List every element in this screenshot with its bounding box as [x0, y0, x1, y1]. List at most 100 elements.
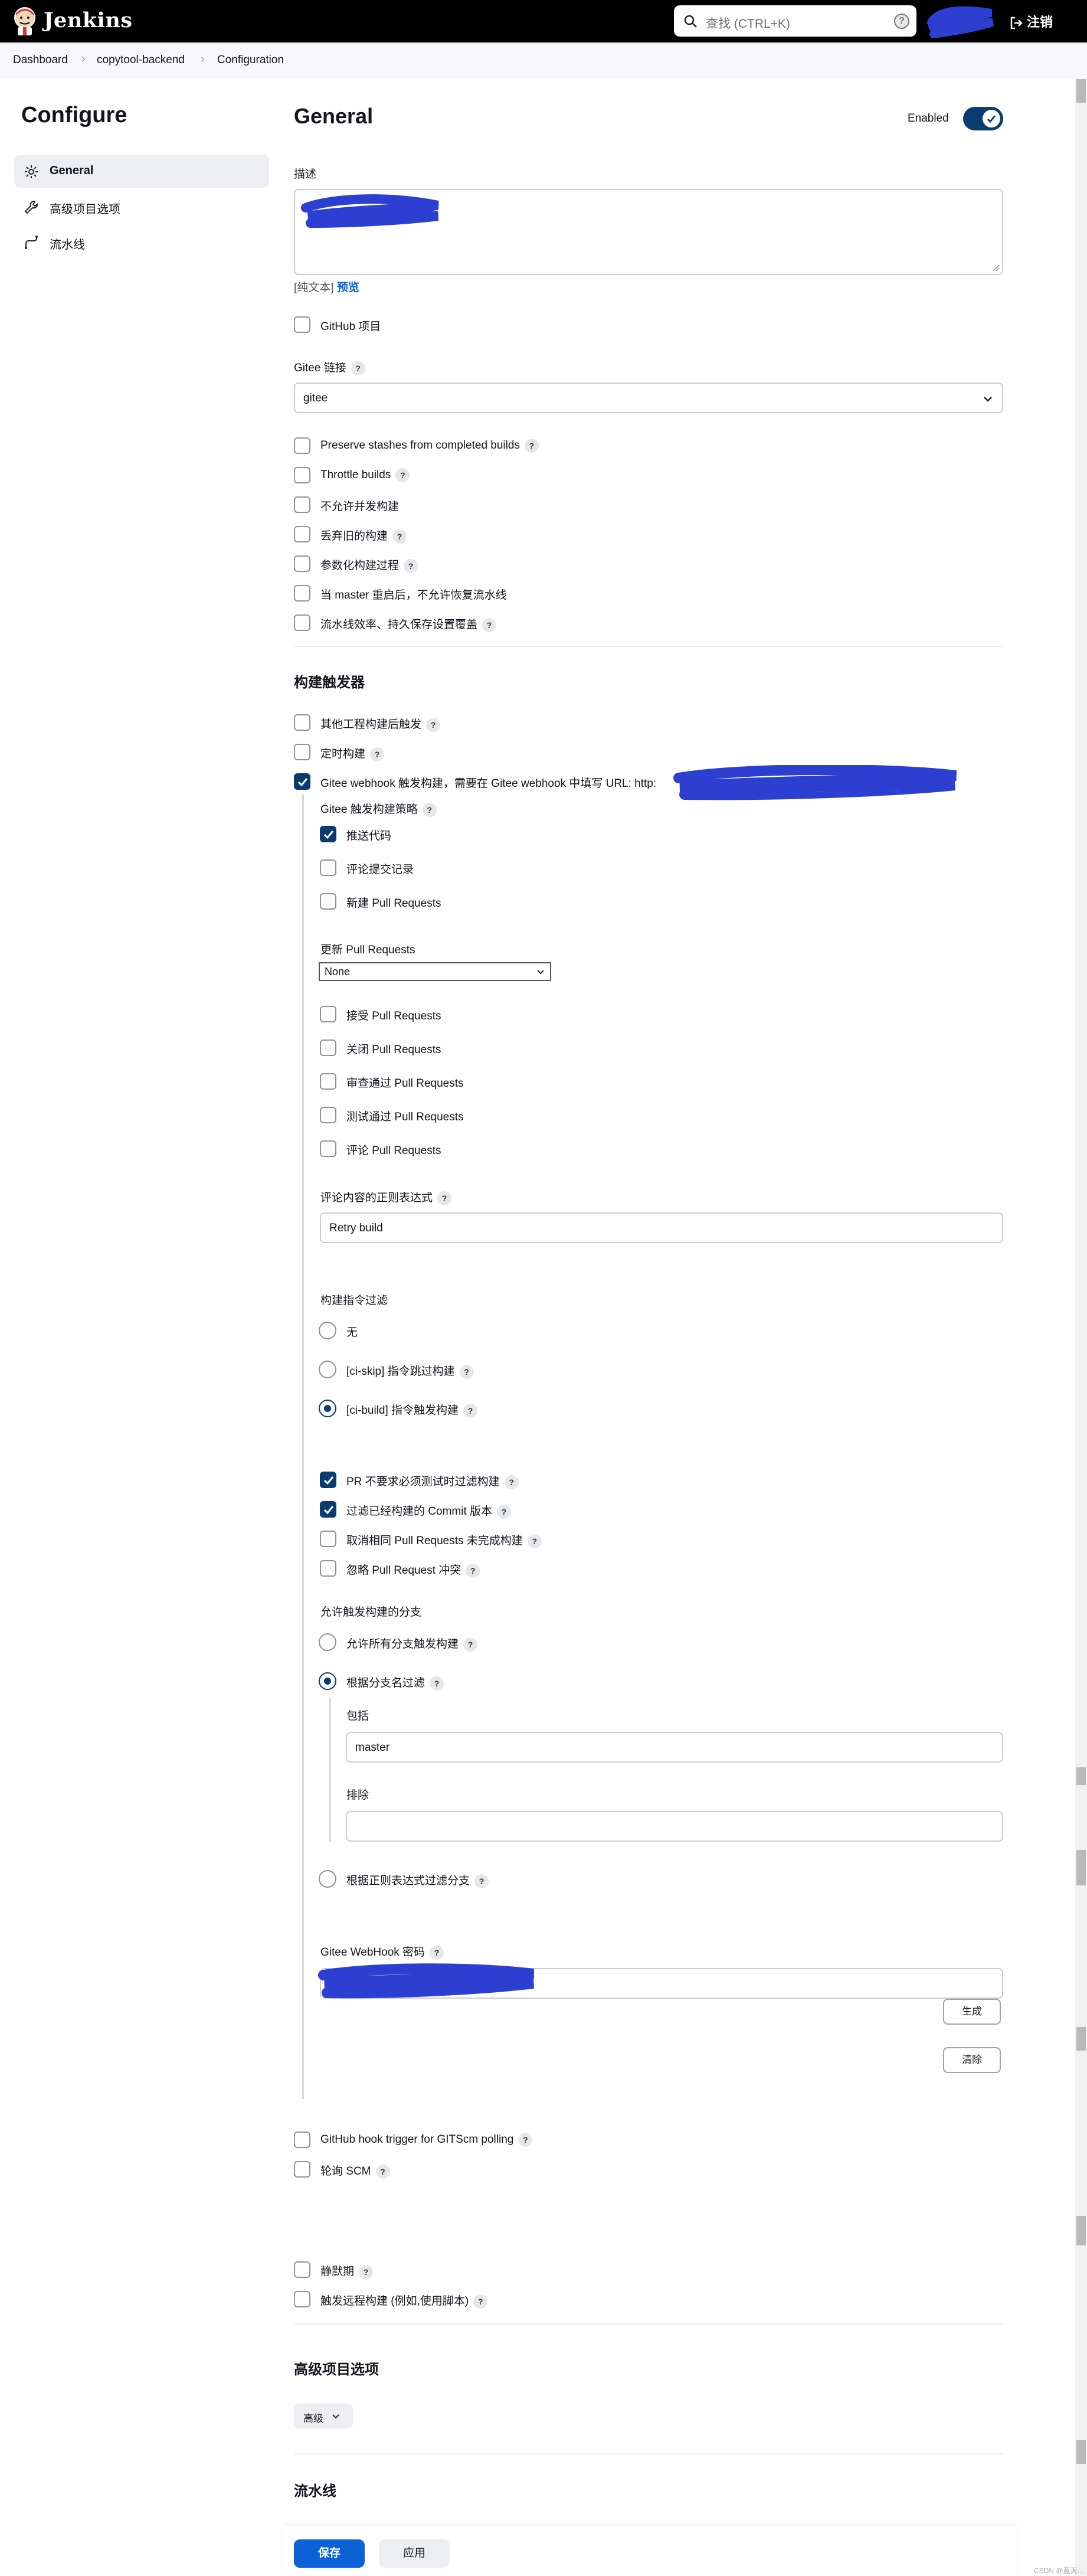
- filter-ci-build-radio[interactable]: [319, 1400, 336, 1417]
- sidebar-item-label: 高级项目选项: [50, 203, 120, 216]
- pr-review-checkbox[interactable]: [320, 1073, 336, 1090]
- extra-filter-built-checkbox[interactable]: [320, 1501, 336, 1518]
- remote-trigger-checkbox[interactable]: [294, 2291, 310, 2307]
- option-checkbox[interactable]: [294, 496, 310, 513]
- option-label: 当 master 重启后，不允许恢复流水线: [320, 589, 507, 601]
- sidebar-item-pipeline[interactable]: 流水线: [14, 225, 269, 259]
- strategy-push-checkbox[interactable]: [320, 826, 336, 842]
- clear-button[interactable]: 清除: [943, 2047, 1001, 2073]
- generate-button[interactable]: 生成: [943, 1999, 1001, 2025]
- redacted-username[interactable]: [926, 5, 996, 38]
- extra-cancel-pr-checkbox[interactable]: [320, 1531, 336, 1547]
- help-icon[interactable]: ?: [422, 802, 437, 817]
- help-icon[interactable]: ?: [395, 468, 410, 482]
- breadcrumb-configuration[interactable]: Configuration: [217, 54, 284, 67]
- chevron-down-icon: [332, 2414, 339, 2419]
- option-checkbox[interactable]: [294, 526, 310, 542]
- option-checkbox[interactable]: [294, 555, 310, 572]
- quiet-period-checkbox[interactable]: [294, 2261, 310, 2278]
- help-icon[interactable]: ?: [430, 1676, 444, 1691]
- branch-by-name-radio[interactable]: [319, 1672, 336, 1690]
- github-hook-checkbox[interactable]: [294, 2132, 310, 2148]
- help-icon[interactable]: ?: [370, 747, 385, 761]
- search-help-icon[interactable]: ?: [894, 14, 909, 29]
- update-pr-select[interactable]: None: [319, 962, 551, 981]
- chevron-right-icon: ›: [201, 53, 205, 66]
- option-checkbox[interactable]: [294, 585, 310, 601]
- pr-comment-checkbox[interactable]: [320, 1140, 336, 1157]
- brand-name[interactable]: Jenkins: [44, 8, 132, 32]
- exclude-input[interactable]: [346, 1811, 1003, 1842]
- help-icon[interactable]: ?: [466, 1563, 480, 1578]
- help-icon[interactable]: ?: [375, 2164, 390, 2179]
- page-scrollbar[interactable]: [1075, 79, 1087, 2576]
- strategy-comment-checkbox[interactable]: [320, 859, 336, 876]
- option-checkbox[interactable]: [294, 467, 310, 483]
- trigger-scheduled-checkbox[interactable]: [294, 744, 310, 760]
- pr-close-checkbox[interactable]: [320, 1039, 336, 1056]
- extra-ignore-conflict-checkbox[interactable]: [320, 1560, 336, 1577]
- help-icon[interactable]: ?: [524, 439, 539, 453]
- pr-accept-checkbox[interactable]: [320, 1006, 336, 1022]
- help-icon[interactable]: ?: [482, 617, 497, 632]
- branch-all-radio[interactable]: [319, 1633, 336, 1651]
- remote-trigger: 触发远程构建 (例如,使用脚本)?: [320, 2292, 488, 2309]
- filter-none-radio[interactable]: [319, 1322, 336, 1339]
- regex-input[interactable]: Retry build: [320, 1212, 1003, 1243]
- option-label: 轮询 SCM: [320, 2165, 371, 2178]
- filter-ci-skip-radio[interactable]: [319, 1361, 336, 1378]
- help-icon[interactable]: ?: [473, 2294, 488, 2309]
- search-input[interactable]: 查找 (CTRL+K): [706, 14, 790, 32]
- preview-link[interactable]: 预览: [337, 282, 359, 294]
- extra-pr-test-checkbox[interactable]: [320, 1472, 336, 1488]
- option-label: 根据分支名过滤: [346, 1677, 425, 1689]
- breadcrumb-dashboard[interactable]: Dashboard: [13, 54, 68, 67]
- sidebar-item-advanced[interactable]: 高级项目选项: [14, 190, 269, 223]
- sidebar-item-general[interactable]: General: [14, 155, 269, 188]
- gitee-webhook-checkbox[interactable]: [294, 773, 310, 790]
- description-textarea[interactable]: [294, 189, 1003, 275]
- help-icon[interactable]: ?: [430, 1945, 444, 1960]
- trigger-after-other-checkbox[interactable]: [294, 714, 310, 731]
- help-icon[interactable]: ?: [497, 1504, 512, 1519]
- search-box[interactable]: 查找 (CTRL+K) ?: [674, 5, 916, 37]
- help-icon[interactable]: ?: [459, 1364, 474, 1379]
- branch-indent-line: [329, 1698, 331, 1842]
- section-title-triggers: 构建触发器: [294, 675, 365, 691]
- help-icon[interactable]: ?: [463, 1637, 478, 1652]
- help-icon[interactable]: ?: [351, 361, 365, 375]
- help-icon[interactable]: ?: [392, 529, 407, 544]
- jenkins-logo-icon[interactable]: [11, 6, 39, 37]
- strategy-new-pr-checkbox[interactable]: [320, 893, 336, 910]
- pr-test-checkbox[interactable]: [320, 1107, 336, 1123]
- option-label: 定时构建: [320, 748, 366, 760]
- resize-handle-icon[interactable]: [991, 263, 1000, 272]
- help-icon[interactable]: ?: [426, 717, 441, 732]
- branch-regex-radio[interactable]: [319, 1870, 336, 1888]
- github-project-checkbox[interactable]: [294, 316, 310, 333]
- enabled-toggle[interactable]: [963, 107, 1003, 130]
- option-checkbox[interactable]: [294, 614, 310, 631]
- help-icon[interactable]: ?: [463, 1403, 478, 1418]
- update-pr-label: 更新 Pull Requests: [320, 944, 415, 956]
- help-icon[interactable]: ?: [359, 2264, 374, 2279]
- help-icon[interactable]: ?: [404, 558, 418, 573]
- help-icon[interactable]: ?: [527, 1534, 542, 1548]
- help-icon[interactable]: ?: [504, 1475, 519, 1489]
- option-checkbox[interactable]: [294, 437, 310, 454]
- apply-button[interactable]: 应用: [379, 2539, 450, 2568]
- help-icon[interactable]: ?: [437, 1191, 452, 1205]
- breadcrumb-job[interactable]: copytool-backend: [97, 54, 185, 67]
- advanced-dropdown-button[interactable]: 高级: [294, 2404, 353, 2428]
- strategy-label: Gitee 触发构建策略?: [320, 800, 437, 817]
- poll-scm-checkbox[interactable]: [294, 2161, 310, 2178]
- help-icon[interactable]: ?: [474, 1874, 489, 1888]
- save-button[interactable]: 保存: [294, 2539, 365, 2568]
- include-input[interactable]: master: [346, 1732, 1003, 1763]
- logout-button[interactable]: 注销: [1009, 12, 1053, 31]
- option-discard-old: 丢弃旧的构建?: [320, 527, 407, 544]
- help-icon[interactable]: ?: [518, 2133, 533, 2147]
- include-label: 包括: [346, 1710, 369, 1722]
- gitee-link-select[interactable]: gitee: [294, 383, 1003, 413]
- secret-label: Gitee WebHook 密码?: [320, 1943, 444, 1960]
